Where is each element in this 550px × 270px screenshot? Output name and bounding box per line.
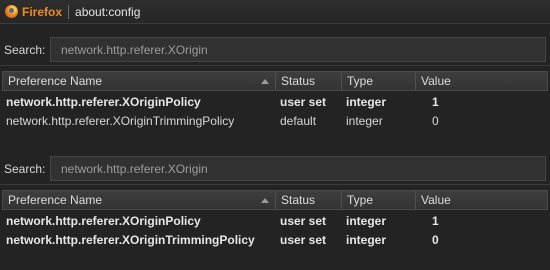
sort-ascending-icon xyxy=(261,198,269,203)
pref-type: integer xyxy=(346,95,387,109)
pref-type: integer xyxy=(346,214,387,228)
config-panel-2: Search: Preference Name Status Type Valu… xyxy=(0,153,550,250)
pref-status: default xyxy=(280,114,317,128)
column-header-value[interactable]: Value xyxy=(416,191,547,209)
pref-value: 1 xyxy=(432,214,439,228)
pref-value: 0 xyxy=(432,233,439,247)
pref-name: network.http.referer.XOriginPolicy xyxy=(6,95,201,109)
table-header: Preference Name Status Type Value xyxy=(2,190,548,210)
pref-value: 0 xyxy=(432,114,439,128)
pref-name: network.http.referer.XOriginTrimmingPoli… xyxy=(6,233,255,247)
search-input[interactable] xyxy=(59,160,545,177)
title-separator xyxy=(68,4,70,19)
search-label: Search: xyxy=(4,42,46,57)
search-box[interactable] xyxy=(50,37,546,62)
search-row: Search: xyxy=(0,34,550,66)
pref-name: network.http.referer.XOriginPolicy xyxy=(6,214,201,228)
app-brand: Firefox xyxy=(22,4,63,19)
page-url: about:config xyxy=(75,4,141,19)
pref-status: user set xyxy=(280,214,327,228)
preferences-table: Preference Name Status Type Value networ… xyxy=(2,190,548,250)
table-row[interactable]: network.http.referer.XOriginTrimmingPoli… xyxy=(2,112,548,131)
column-header-preference-name[interactable]: Preference Name xyxy=(3,191,276,209)
search-box[interactable] xyxy=(50,156,546,181)
column-header-label: Preference Name xyxy=(8,74,103,88)
column-header-status[interactable]: Status xyxy=(276,72,342,90)
pref-name: network.http.referer.XOriginTrimmingPoli… xyxy=(6,114,235,128)
table-header: Preference Name Status Type Value xyxy=(2,71,548,91)
firefox-logo-icon xyxy=(5,5,18,18)
table-row[interactable]: network.http.referer.XOriginPolicy user … xyxy=(2,93,548,112)
pref-status: user set xyxy=(280,95,327,109)
column-header-preference-name[interactable]: Preference Name xyxy=(3,72,276,90)
table-row[interactable]: network.http.referer.XOriginPolicy user … xyxy=(2,212,548,231)
pref-value: 1 xyxy=(432,95,439,109)
pref-status: user set xyxy=(280,233,327,247)
column-header-value[interactable]: Value xyxy=(416,72,547,90)
search-row: Search: xyxy=(0,153,550,185)
column-header-status[interactable]: Status xyxy=(276,191,342,209)
column-header-label: Preference Name xyxy=(8,193,103,207)
pref-type: integer xyxy=(346,233,387,247)
table-row[interactable]: network.http.referer.XOriginTrimmingPoli… xyxy=(2,231,548,250)
search-input[interactable] xyxy=(59,41,545,58)
preferences-table: Preference Name Status Type Value networ… xyxy=(2,71,548,131)
title-bar: Firefox about:config xyxy=(0,0,550,24)
search-label: Search: xyxy=(4,161,46,176)
config-panel-1: Search: Preference Name Status Type Valu… xyxy=(0,34,550,131)
sort-ascending-icon xyxy=(261,79,269,84)
column-header-type[interactable]: Type xyxy=(342,191,416,209)
pref-type: integer xyxy=(346,114,383,128)
column-header-type[interactable]: Type xyxy=(342,72,416,90)
